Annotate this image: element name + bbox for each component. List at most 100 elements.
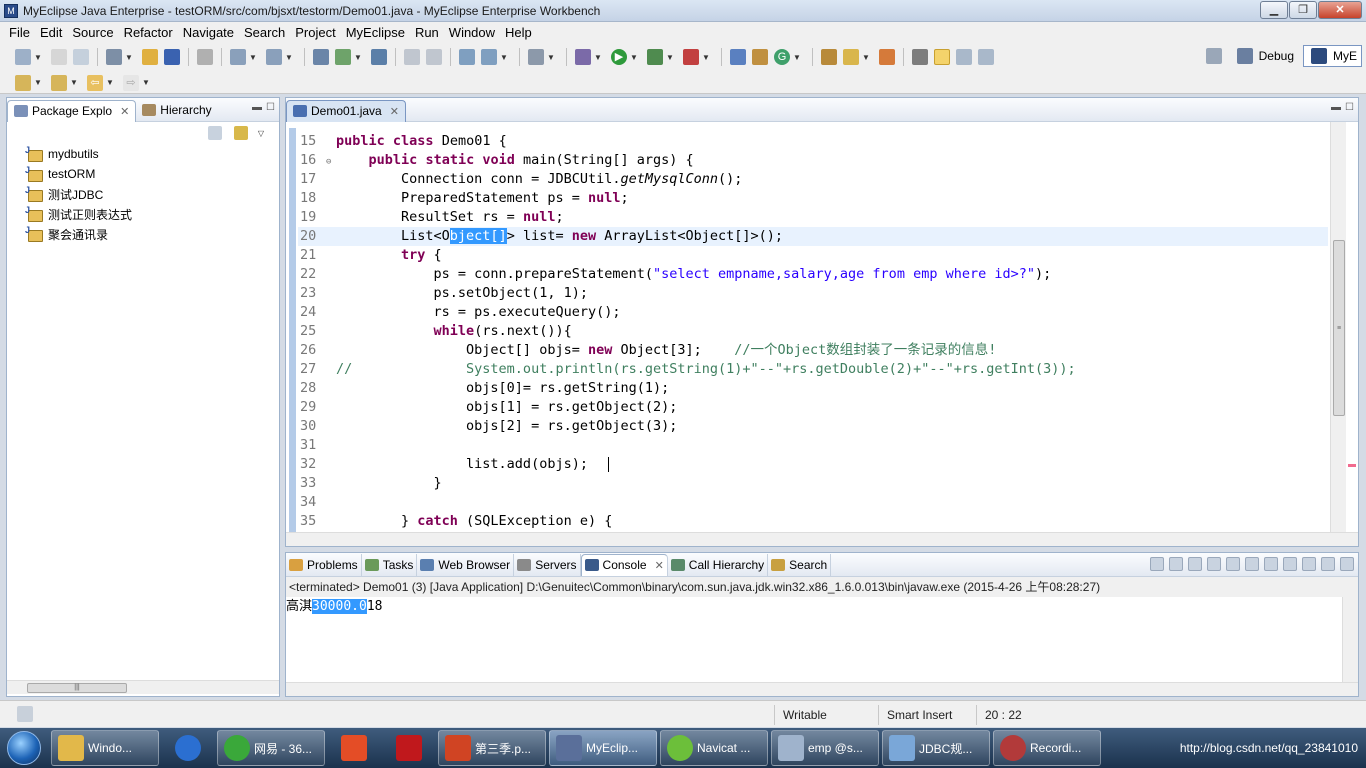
taskbar-item-powerpoint[interactable]: 第三季.p... — [438, 730, 546, 766]
tab-web-browser[interactable]: Web Browser — [417, 553, 515, 576]
occurrence-marker[interactable] — [1348, 464, 1356, 467]
code-line[interactable]: 29 objs[1] = rs.getObject(2); — [298, 398, 1328, 417]
code-line[interactable]: 30 objs[2] = rs.getObject(3); — [298, 417, 1328, 436]
display-console-icon[interactable] — [1283, 557, 1297, 571]
back-history-icon[interactable] — [404, 49, 420, 65]
remove-launch-icon[interactable] — [1169, 557, 1183, 571]
run-icon[interactable]: ▶ — [611, 49, 627, 65]
project-item[interactable]: 测试JDBC — [7, 184, 279, 204]
jsp-icon[interactable] — [335, 49, 351, 65]
external-tools-icon[interactable] — [683, 49, 699, 65]
code-line[interactable]: 35 } catch (SQLException e) { — [298, 512, 1328, 531]
chevron-down-icon[interactable]: ▼ — [34, 78, 42, 87]
chevron-down-icon[interactable]: ▼ — [34, 53, 42, 62]
scrollbar-thumb[interactable]: ≡ — [1333, 240, 1345, 416]
close-button[interactable]: ✕ — [1318, 1, 1362, 19]
chevron-down-icon[interactable]: ▼ — [285, 53, 293, 62]
next-annotation-icon[interactable] — [15, 74, 31, 91]
print-icon[interactable] — [73, 49, 89, 65]
perspective-myeclipse[interactable]: MyE — [1303, 45, 1362, 67]
taskbar-item-recording[interactable]: Recordi... — [993, 730, 1101, 766]
menu-file[interactable]: File — [4, 25, 35, 40]
new-project-icon[interactable] — [106, 49, 122, 65]
horizontal-scrollbar[interactable] — [286, 532, 1358, 546]
globe-icon[interactable] — [371, 49, 387, 65]
forward-icon[interactable]: ⇨ — [123, 74, 139, 91]
taskbar-item-jdbc[interactable]: JDBC规... — [882, 730, 990, 766]
open-perspective-icon[interactable] — [1205, 48, 1222, 64]
code-line-current[interactable]: 20 List<Object[]> list= new ArrayList<Ob… — [298, 227, 1328, 246]
code-line[interactable]: 32 list.add(objs); — [298, 455, 1328, 474]
pin-console-icon[interactable] — [1264, 557, 1278, 571]
menu-source[interactable]: Source — [67, 25, 118, 40]
code-line[interactable]: 21 try { — [298, 246, 1328, 265]
code-line[interactable]: 23 ps.setObject(1, 1); — [298, 284, 1328, 303]
chevron-down-icon[interactable]: ▼ — [666, 53, 674, 62]
open-console-icon[interactable] — [1302, 557, 1316, 571]
maximize-view-icon[interactable]: ☐ — [266, 102, 275, 113]
vertical-scrollbar[interactable] — [1342, 597, 1358, 683]
taskbar-item-360[interactable]: 网易 - 36... — [217, 730, 325, 766]
minimize-view-icon[interactable] — [1321, 557, 1335, 571]
save-icon[interactable] — [51, 49, 67, 65]
menu-myeclipse[interactable]: MyEclipse — [341, 25, 410, 40]
tab-demo01-java[interactable]: Demo01.java ✕ — [286, 99, 406, 122]
new-icon[interactable] — [15, 49, 31, 65]
open-type-icon[interactable] — [142, 49, 158, 65]
chevron-down-icon[interactable]: ▼ — [500, 53, 508, 62]
code-line[interactable]: 19 ResultSet rs = null; — [298, 208, 1328, 227]
tab-servers[interactable]: Servers — [514, 553, 581, 576]
project-item[interactable]: 测试正则表达式 — [7, 204, 279, 224]
new-interface-icon[interactable]: G — [774, 49, 790, 65]
link-editor-icon[interactable] — [234, 126, 248, 140]
vertical-scrollbar[interactable]: ≡ — [1330, 122, 1346, 532]
horizontal-scrollbar[interactable] — [286, 682, 1358, 696]
minimize-button[interactable]: ▁ — [1260, 1, 1288, 19]
show-whitespace-icon[interactable] — [956, 49, 972, 65]
menu-navigate[interactable]: Navigate — [178, 25, 239, 40]
task-icon[interactable] — [879, 49, 895, 65]
new-class-icon[interactable] — [752, 49, 768, 65]
report-icon[interactable] — [481, 49, 497, 65]
tab-console[interactable]: Console ✕ — [580, 553, 668, 576]
taskbar-item-myeclipse[interactable]: MyEclip... — [549, 730, 657, 766]
chevron-down-icon[interactable]: ▼ — [862, 53, 870, 62]
taskbar-item-tmall[interactable] — [383, 730, 435, 766]
fast-view-icon[interactable] — [17, 706, 33, 722]
tab-search[interactable]: Search — [768, 553, 832, 576]
view-menu-icon[interactable]: ▽ — [257, 129, 265, 138]
code-line[interactable]: 26 Object[] objs= new Object[3]; //一个Obj… — [298, 341, 1328, 360]
taskbar-item-ie[interactable] — [162, 730, 214, 766]
tab-call-hierarchy[interactable]: Call Hierarchy — [668, 553, 769, 576]
menu-run[interactable]: Run — [410, 25, 444, 40]
taskbar-item-emp-table[interactable]: emp @s... — [771, 730, 879, 766]
highlight-icon[interactable] — [934, 49, 950, 65]
chevron-down-icon[interactable]: ▼ — [125, 53, 133, 62]
previous-annotation-icon[interactable] — [51, 74, 67, 91]
console-output[interactable]: 高淇30000.018 — [286, 597, 1358, 617]
code-line[interactable]: 22 ps = conn.prepareStatement("select em… — [298, 265, 1328, 284]
tab-hierarchy[interactable]: Hierarchy — [136, 99, 217, 121]
tab-problems[interactable]: Problems — [286, 553, 362, 576]
start-button[interactable] — [0, 728, 48, 768]
code-line[interactable]: 28 objs[0]= rs.getString(1); — [298, 379, 1328, 398]
server-icon[interactable] — [197, 49, 213, 65]
show-on-output-icon[interactable] — [1245, 557, 1259, 571]
menu-edit[interactable]: Edit — [35, 25, 67, 40]
code-area[interactable]: 15 public class Demo01 { 16 ⊖ public stati… — [286, 122, 1330, 532]
open-resource-icon[interactable] — [164, 49, 180, 65]
code-line[interactable]: 18 PreparedStatement ps = null; — [298, 189, 1328, 208]
menu-search[interactable]: Search — [239, 25, 290, 40]
collapse-all-icon[interactable] — [208, 126, 222, 140]
coverage-icon[interactable] — [647, 49, 663, 65]
forward-history-icon[interactable] — [426, 49, 442, 65]
menu-project[interactable]: Project — [290, 25, 340, 40]
close-icon[interactable]: ✕ — [120, 105, 129, 118]
tab-package-explorer[interactable]: Package Explo ✕ — [7, 99, 137, 122]
database-icon[interactable] — [313, 49, 329, 65]
code-line[interactable]: 16 ⊖ public static void main(String[] arg… — [298, 151, 1328, 170]
chevron-down-icon[interactable]: ▼ — [594, 53, 602, 62]
mark-occurrences-icon[interactable] — [843, 49, 859, 65]
chevron-down-icon[interactable]: ▼ — [630, 53, 638, 62]
taskbar-item-taobao[interactable] — [328, 730, 380, 766]
